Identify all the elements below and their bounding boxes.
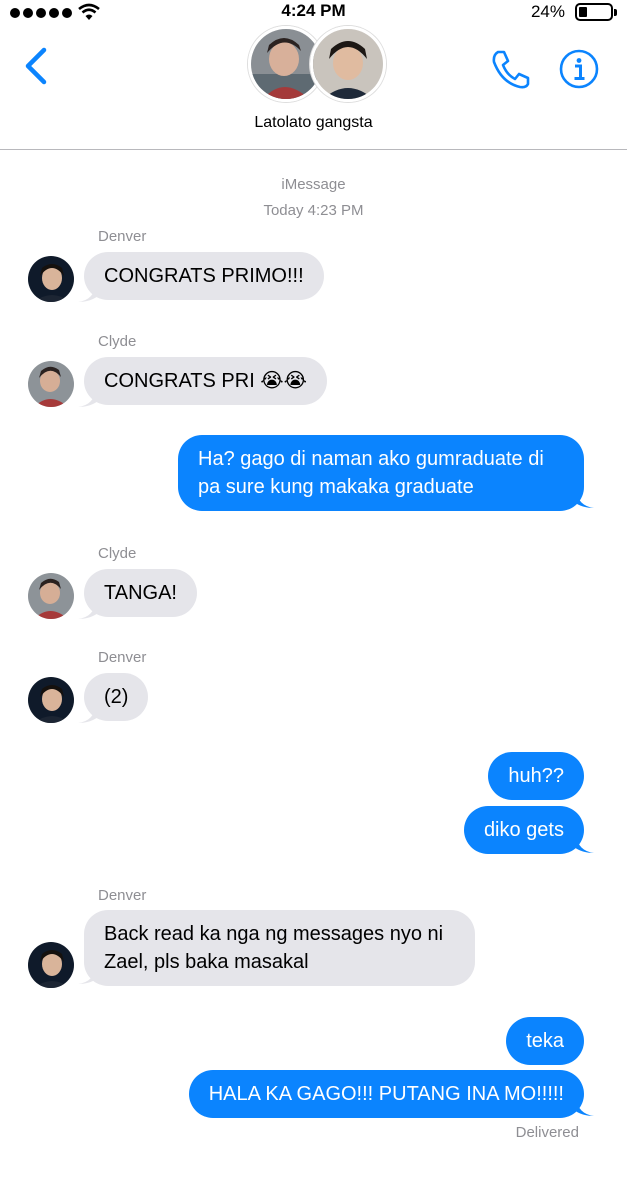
message-line: Ha? gago di naman ako gumraduate di bbox=[198, 448, 544, 470]
back-chevron-icon[interactable] bbox=[22, 46, 52, 86]
incoming-message[interactable]: Back read ka nga ng messages nyo ni Zael… bbox=[84, 910, 475, 986]
message-line: Back read ka nga ng messages nyo ni bbox=[104, 923, 444, 945]
group-avatar-denver bbox=[310, 26, 386, 102]
incoming-message[interactable]: CONGRATS PRI 😭😭 bbox=[84, 357, 328, 405]
incoming-message[interactable]: (2) bbox=[84, 673, 149, 721]
battery-percentage: 24% bbox=[530, 2, 565, 21]
sender-name: Denver bbox=[98, 649, 147, 666]
status-bar: 4:24 PM 24% bbox=[0, 0, 627, 26]
group-avatars[interactable] bbox=[248, 26, 386, 102]
conversation-header: Latolato gangsta bbox=[0, 26, 627, 150]
message-line: Zael, pls baka masakal bbox=[104, 951, 309, 973]
info-icon[interactable] bbox=[558, 48, 600, 90]
sender-name: Clyde bbox=[98, 545, 137, 562]
avatar-clyde[interactable] bbox=[28, 361, 74, 407]
message-line: pa sure kung makaka graduate bbox=[198, 476, 474, 498]
avatar-denver[interactable] bbox=[28, 677, 74, 723]
phone-icon[interactable] bbox=[490, 48, 532, 90]
sender-name: Clyde bbox=[98, 333, 137, 350]
sender-name: Denver bbox=[98, 887, 147, 904]
group-name[interactable]: Latolato gangsta bbox=[0, 114, 627, 132]
outgoing-message[interactable]: Ha? gago di naman ako gumraduate di pa s… bbox=[178, 435, 584, 511]
battery-icon bbox=[575, 3, 617, 21]
delivery-status: Delivered bbox=[515, 1124, 579, 1141]
outgoing-message[interactable]: teka bbox=[506, 1017, 584, 1065]
thread-timestamp: Today 4:23 PM bbox=[263, 202, 364, 219]
avatar-denver[interactable] bbox=[28, 942, 74, 988]
avatar-clyde[interactable] bbox=[28, 573, 74, 619]
outgoing-message[interactable]: HALA KA GAGO!!! PUTANG INA MO!!!!! bbox=[188, 1070, 584, 1118]
outgoing-message[interactable]: diko gets bbox=[463, 806, 584, 854]
service-label: iMessage bbox=[281, 176, 346, 193]
outgoing-message[interactable]: huh?? bbox=[488, 752, 584, 800]
sender-name: Denver bbox=[98, 228, 147, 245]
incoming-message[interactable]: CONGRATS PRIMO!!! bbox=[84, 252, 324, 300]
incoming-message[interactable]: TANGA! bbox=[84, 569, 197, 617]
avatar-denver[interactable] bbox=[28, 256, 74, 302]
